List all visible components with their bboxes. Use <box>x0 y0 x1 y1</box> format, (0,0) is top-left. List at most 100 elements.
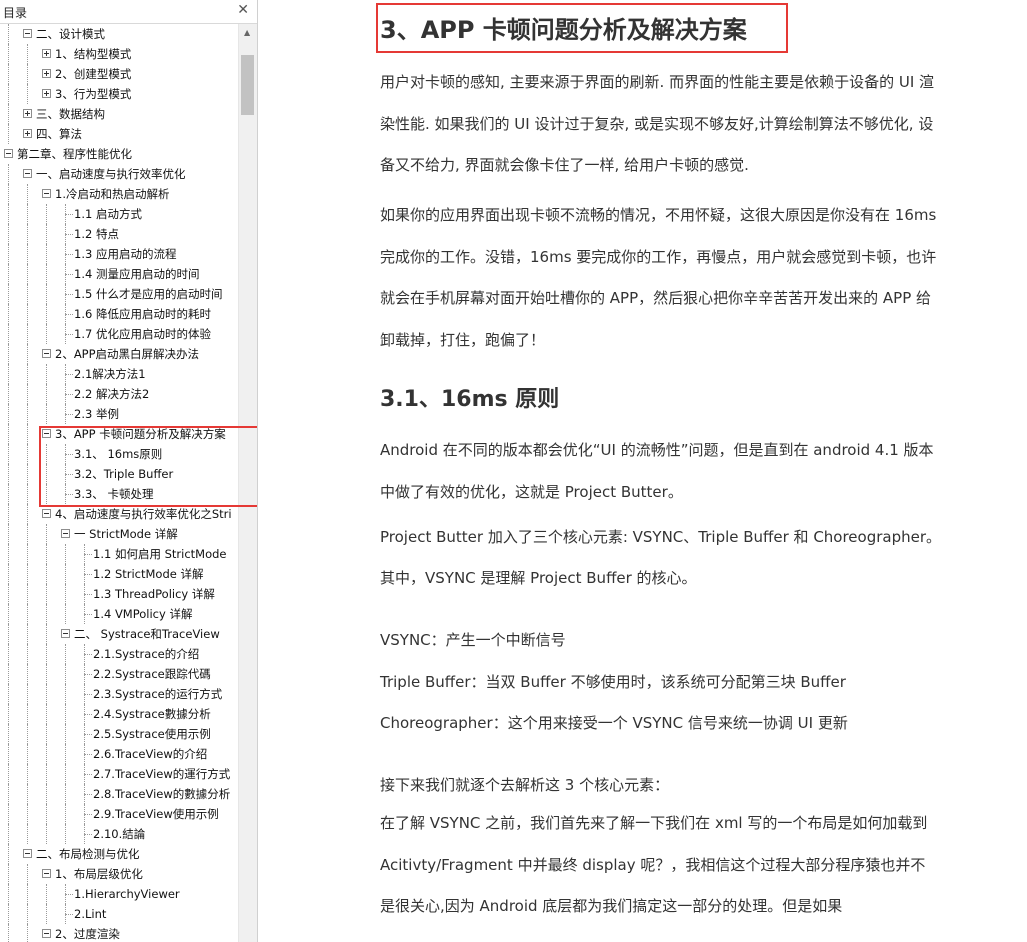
tree-guide <box>8 304 9 324</box>
toc-item[interactable]: 2.6.TraceView的介绍 <box>0 744 238 764</box>
toc-item[interactable]: 1.2 特点 <box>0 224 238 244</box>
toc-item[interactable]: 3.3、 卡顿处理 <box>0 484 238 504</box>
collapse-minus-icon[interactable] <box>61 629 70 638</box>
tree-connector <box>65 324 66 344</box>
tree-connector <box>65 484 66 504</box>
tree-connector <box>65 304 66 324</box>
toc-item[interactable]: 2.5.Systrace使用示例 <box>0 724 238 744</box>
collapse-minus-icon[interactable] <box>42 929 51 938</box>
toc-item[interactable]: 二、布局检测与优化 <box>0 844 238 864</box>
toc-item[interactable]: 二、设计模式 <box>0 24 238 44</box>
tree-guide <box>8 604 9 624</box>
toc-item[interactable]: 1.HierarchyViewer <box>0 884 238 904</box>
tree-guide <box>8 524 9 544</box>
expand-plus-icon[interactable] <box>23 109 32 118</box>
toc-item[interactable]: 一 StrictMode 详解 <box>0 524 238 544</box>
toc-item[interactable]: 1.6 降低应用启动时的耗时 <box>0 304 238 324</box>
tree-guide <box>8 404 9 424</box>
tree-connector <box>84 604 85 624</box>
toc-item[interactable]: 四、算法 <box>0 124 238 144</box>
toc-item[interactable]: 1.5 什么才是应用的启动时间 <box>0 284 238 304</box>
tree-connector <box>65 384 66 404</box>
tree-guide <box>46 384 47 404</box>
tree-connector <box>84 754 92 755</box>
toc-item[interactable]: 1.1 启动方式 <box>0 204 238 224</box>
toc-item[interactable]: 1.3 应用启动的流程 <box>0 244 238 264</box>
toc-item-label: 2.1解决方法1 <box>74 367 146 381</box>
toc-item[interactable]: 2.1.Systrace的介绍 <box>0 644 238 664</box>
tree-connector <box>84 684 85 704</box>
tree-connector <box>84 664 85 684</box>
toc-item[interactable]: 1.3 ThreadPolicy 详解 <box>0 584 238 604</box>
tree-guide <box>46 564 47 584</box>
toc-item[interactable]: 第二章、程序性能优化 <box>0 144 238 164</box>
expand-plus-icon[interactable] <box>42 49 51 58</box>
tree-connector <box>65 894 73 895</box>
toc-item[interactable]: 3、APP 卡顿问题分析及解决方案 <box>0 424 238 444</box>
vsync-line: VSYNC：产生一个中断信号 <box>380 631 566 649</box>
collapse-minus-icon[interactable] <box>42 509 51 518</box>
expand-plus-icon[interactable] <box>42 89 51 98</box>
collapse-minus-icon[interactable] <box>23 169 32 178</box>
tree-connector <box>84 744 85 764</box>
toc-item[interactable]: 2.9.TraceView使用示例 <box>0 804 238 824</box>
toc-item[interactable]: 3、行为型模式 <box>0 84 238 104</box>
toc-item[interactable]: 2.2 解决方法2 <box>0 384 238 404</box>
collapse-minus-icon[interactable] <box>61 529 70 538</box>
toc-item[interactable]: 2.3.Systrace的运行方式 <box>0 684 238 704</box>
toc-item[interactable]: 2.Lint <box>0 904 238 924</box>
expand-plus-icon[interactable] <box>23 129 32 138</box>
toc-item[interactable]: 1.4 VMPolicy 详解 <box>0 604 238 624</box>
toc-item[interactable]: 4、启动速度与执行效率优化之Stri <box>0 504 238 524</box>
toc-item[interactable]: 3.1、 16ms原则 <box>0 444 238 464</box>
toc-item[interactable]: 2.10.結論 <box>0 824 238 844</box>
toc-item[interactable]: 2、过度渲染 <box>0 924 238 942</box>
toc-item[interactable]: 3.2、Triple Buffer <box>0 464 238 484</box>
tree-guide <box>46 744 47 764</box>
toc-item[interactable]: 二、 Systrace和TraceView <box>0 624 238 644</box>
tree-guide <box>27 484 28 504</box>
tree-guide <box>27 724 28 744</box>
toc-item[interactable]: 1、布局层级优化 <box>0 864 238 884</box>
scroll-up-arrow-icon[interactable]: ▲ <box>244 28 250 37</box>
toc-item[interactable]: 1.冷启动和热启动解析 <box>0 184 238 204</box>
collapse-minus-icon[interactable] <box>42 349 51 358</box>
toc-item-label: 2.8.TraceView的數據分析 <box>93 787 231 801</box>
toc-item[interactable]: 2.3 举例 <box>0 404 238 424</box>
tree-connector <box>65 414 73 415</box>
toc-item-label: 3、行为型模式 <box>55 87 132 101</box>
collapse-minus-icon[interactable] <box>42 429 51 438</box>
close-icon[interactable]: ✕ <box>237 2 249 18</box>
toc-item[interactable]: 2.8.TraceView的數據分析 <box>0 784 238 804</box>
toc-scrollbar[interactable]: ▲ <box>238 24 257 942</box>
collapse-minus-icon[interactable] <box>42 189 51 198</box>
toc-item[interactable]: 三、数据结构 <box>0 104 238 124</box>
toc-item-label: 2.6.TraceView的介绍 <box>93 747 208 761</box>
collapse-minus-icon[interactable] <box>42 869 51 878</box>
tree-connector <box>84 644 85 664</box>
tree-guide <box>27 544 28 564</box>
collapse-minus-icon[interactable] <box>4 149 13 158</box>
tree-guide <box>27 444 28 464</box>
toc-item[interactable]: 2.2.Systrace跟踪代碼 <box>0 664 238 684</box>
toc-item[interactable]: 1.4 测量应用启动的时间 <box>0 264 238 284</box>
toc-item[interactable]: 2.1解决方法1 <box>0 364 238 384</box>
toc-item[interactable]: 一、启动速度与执行效率优化 <box>0 164 238 184</box>
tree-guide <box>65 724 66 744</box>
toc-item[interactable]: 2.7.TraceView的運行方式 <box>0 764 238 784</box>
toc-item-label: 第二章、程序性能优化 <box>17 147 132 161</box>
tree-guide <box>46 284 47 304</box>
collapse-minus-icon[interactable] <box>23 849 32 858</box>
expand-plus-icon[interactable] <box>42 69 51 78</box>
toc-item[interactable]: 2、APP启动黑白屏解决办法 <box>0 344 238 364</box>
toc-item[interactable]: 1、结构型模式 <box>0 44 238 64</box>
toc-item[interactable]: 1.2 StrictMode 详解 <box>0 564 238 584</box>
toc-item[interactable]: 2、创建型模式 <box>0 64 238 84</box>
toc-item[interactable]: 1.7 优化应用启动时的体验 <box>0 324 238 344</box>
toc-item[interactable]: 1.1 如何启用 StrictMode <box>0 544 238 564</box>
collapse-minus-icon[interactable] <box>23 29 32 38</box>
tree-guide <box>65 824 66 844</box>
tree-connector <box>65 204 66 224</box>
scroll-thumb[interactable] <box>241 55 254 115</box>
toc-item[interactable]: 2.4.Systrace數據分析 <box>0 704 238 724</box>
